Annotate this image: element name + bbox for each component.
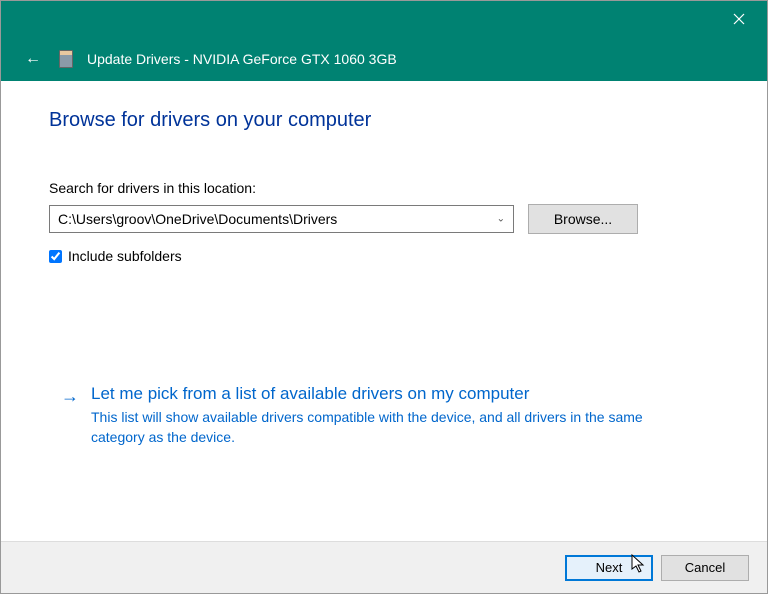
wizard-footer: Next Cancel: [1, 541, 767, 593]
cancel-button[interactable]: Cancel: [661, 555, 749, 581]
include-subfolders-row[interactable]: Include subfolders: [49, 248, 719, 264]
pick-link-body: Let me pick from a list of available dri…: [91, 384, 719, 447]
wizard-header: ← Update Drivers - NVIDIA GeForce GTX 10…: [1, 37, 767, 81]
back-arrow-icon[interactable]: ←: [21, 46, 45, 72]
pick-from-list-link[interactable]: → Let me pick from a list of available d…: [49, 384, 719, 447]
close-icon: [733, 13, 745, 25]
close-button[interactable]: [719, 5, 759, 33]
titlebar: [1, 1, 767, 37]
chevron-down-icon: ⌄: [497, 214, 505, 225]
path-combobox[interactable]: C:\Users\groov\OneDrive\Documents\Driver…: [49, 205, 514, 233]
search-location-label: Search for drivers in this location:: [49, 180, 719, 196]
next-button[interactable]: Next: [565, 555, 653, 581]
path-row: C:\Users\groov\OneDrive\Documents\Driver…: [49, 204, 719, 234]
include-subfolders-label: Include subfolders: [68, 248, 182, 264]
browse-button[interactable]: Browse...: [528, 204, 638, 234]
device-icon: [59, 50, 73, 68]
include-subfolders-checkbox[interactable]: [49, 250, 62, 263]
content-area: Browse for drivers on your computer Sear…: [1, 81, 767, 447]
path-value: C:\Users\groov\OneDrive\Documents\Driver…: [58, 211, 337, 227]
page-heading: Browse for drivers on your computer: [49, 109, 719, 132]
window-title: Update Drivers - NVIDIA GeForce GTX 1060…: [87, 51, 397, 67]
pick-link-description: This list will show available drivers co…: [91, 408, 691, 447]
arrow-right-icon: →: [61, 384, 79, 408]
pick-link-title[interactable]: Let me pick from a list of available dri…: [91, 384, 719, 404]
